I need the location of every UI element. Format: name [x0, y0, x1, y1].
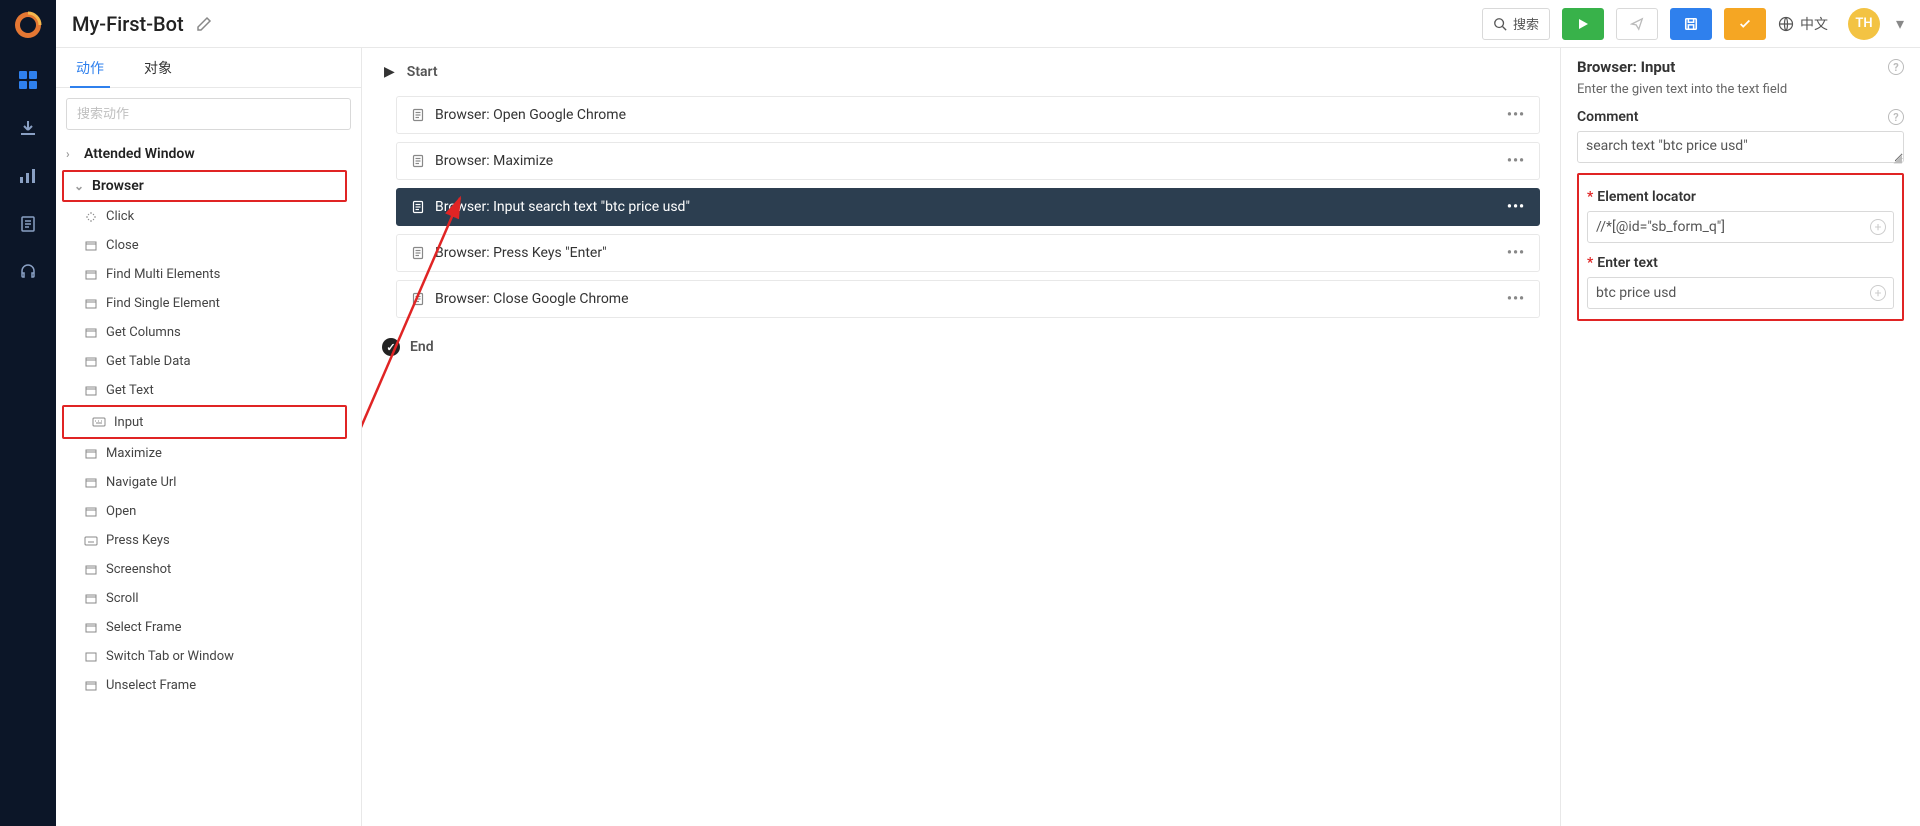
step-maximize[interactable]: Browser: Maximize •••: [396, 142, 1540, 180]
action-navigate[interactable]: Navigate Url: [56, 468, 353, 497]
action-find-single[interactable]: Find Single Element: [56, 289, 353, 318]
nav-dashboard-icon[interactable]: [18, 70, 38, 90]
edit-title-icon[interactable]: [196, 16, 212, 32]
action-click[interactable]: Click: [56, 202, 353, 231]
comment-input[interactable]: [1577, 131, 1904, 163]
step-menu-icon[interactable]: •••: [1507, 291, 1525, 307]
action-screenshot[interactable]: Screenshot: [56, 555, 353, 584]
window-icon: [84, 326, 98, 340]
nav-analytics-icon[interactable]: [18, 166, 38, 186]
chevron-right-icon: ›: [66, 147, 78, 161]
step-open-chrome[interactable]: Browser: Open Google Chrome •••: [396, 96, 1540, 134]
window-icon: [84, 679, 98, 693]
document-icon: [411, 108, 425, 122]
left-panel: 动作 对象 › Attended Window ⌄ Browser Click …: [56, 48, 362, 826]
action-get-columns[interactable]: Get Columns: [56, 318, 353, 347]
action-input[interactable]: Input: [62, 405, 347, 439]
app-logo[interactable]: [11, 8, 45, 42]
element-locator-input[interactable]: [1587, 211, 1894, 243]
action-scroll[interactable]: Scroll: [56, 584, 353, 613]
save-button[interactable]: [1670, 8, 1712, 40]
step-press-enter[interactable]: Browser: Press Keys "Enter" •••: [396, 234, 1540, 272]
confirm-button[interactable]: [1724, 8, 1766, 40]
action-get-table[interactable]: Get Table Data: [56, 347, 353, 376]
keyboard-icon: [92, 415, 106, 429]
properties-title: Browser: Input ?: [1577, 58, 1904, 76]
category-attended-window[interactable]: › Attended Window: [56, 138, 353, 170]
window-icon: [84, 268, 98, 282]
action-maximize[interactable]: Maximize: [56, 439, 353, 468]
check-circle-icon: ✓: [382, 338, 400, 356]
run-button[interactable]: [1562, 8, 1604, 40]
step-menu-icon[interactable]: •••: [1507, 245, 1525, 261]
window-icon: [84, 563, 98, 577]
nav-download-icon[interactable]: [18, 118, 38, 138]
step-menu-icon[interactable]: •••: [1507, 107, 1525, 123]
chevron-down-icon: ⌄: [74, 179, 86, 193]
bot-title: My-First-Bot: [72, 12, 184, 36]
flow-end[interactable]: ✓ End: [382, 338, 1540, 356]
language-switcher[interactable]: 中文: [1778, 14, 1828, 34]
nav-document-icon[interactable]: [18, 214, 38, 234]
comment-label: Comment ?: [1577, 109, 1904, 125]
step-close-chrome[interactable]: Browser: Close Google Chrome •••: [396, 280, 1540, 318]
step-menu-icon[interactable]: •••: [1507, 199, 1525, 215]
topbar: My-First-Bot 搜索 中文 TH ▾: [56, 0, 1920, 48]
add-icon[interactable]: +: [1870, 285, 1886, 301]
help-icon[interactable]: ?: [1888, 59, 1904, 75]
user-avatar[interactable]: TH: [1848, 8, 1880, 40]
action-get-text[interactable]: Get Text: [56, 376, 353, 405]
window-icon: [84, 505, 98, 519]
nav-rail: [0, 0, 56, 826]
window-icon: [84, 447, 98, 461]
window-icon: [84, 650, 98, 664]
action-press-keys[interactable]: Press Keys: [56, 526, 353, 555]
action-find-multi[interactable]: Find Multi Elements: [56, 260, 353, 289]
action-switch-tab[interactable]: Switch Tab or Window: [56, 642, 353, 671]
flow-canvas[interactable]: ▶ Start Browser: Open Google Chrome ••• …: [362, 48, 1560, 826]
required-fields-highlight: *Element locator + *Enter text +: [1577, 173, 1904, 321]
nav-support-icon[interactable]: [18, 262, 38, 282]
tab-objects[interactable]: 对象: [124, 48, 192, 87]
step-menu-icon[interactable]: •••: [1507, 153, 1525, 169]
keyboard-icon: [84, 534, 98, 548]
tab-actions[interactable]: 动作: [56, 48, 124, 87]
window-icon: [84, 355, 98, 369]
document-icon: [411, 154, 425, 168]
window-icon: [84, 239, 98, 253]
left-panel-tabs: 动作 对象: [56, 48, 361, 88]
search-button[interactable]: 搜索: [1482, 8, 1550, 40]
window-icon: [84, 592, 98, 606]
help-icon[interactable]: ?: [1888, 109, 1904, 125]
window-icon: [84, 476, 98, 490]
window-icon: [84, 297, 98, 311]
action-tree[interactable]: › Attended Window ⌄ Browser Click Close …: [56, 138, 361, 826]
send-button[interactable]: [1616, 8, 1658, 40]
element-locator-label: *Element locator: [1587, 189, 1894, 205]
enter-text-input[interactable]: [1587, 277, 1894, 309]
enter-text-label: *Enter text: [1587, 255, 1894, 271]
action-select-frame[interactable]: Select Frame: [56, 613, 353, 642]
play-icon: ▶: [384, 64, 395, 80]
search-button-label: 搜索: [1513, 14, 1539, 33]
properties-panel: Browser: Input ? Enter the given text in…: [1560, 48, 1920, 826]
add-icon[interactable]: +: [1870, 219, 1886, 235]
flow-start[interactable]: ▶ Start: [384, 64, 1540, 80]
language-label: 中文: [1800, 14, 1828, 34]
action-unselect-frame[interactable]: Unselect Frame: [56, 671, 353, 700]
step-input-search[interactable]: Browser: Input search text "btc price us…: [396, 188, 1540, 226]
document-icon: [411, 246, 425, 260]
document-icon: [411, 200, 425, 214]
action-close[interactable]: Close: [56, 231, 353, 260]
user-menu-caret-icon[interactable]: ▾: [1896, 14, 1904, 33]
search-actions-input[interactable]: [66, 98, 351, 130]
window-icon: [84, 384, 98, 398]
window-icon: [84, 621, 98, 635]
properties-description: Enter the given text into the text field: [1577, 82, 1904, 97]
click-icon: [84, 210, 98, 224]
category-browser[interactable]: ⌄ Browser: [62, 170, 347, 202]
document-icon: [411, 292, 425, 306]
action-open[interactable]: Open: [56, 497, 353, 526]
